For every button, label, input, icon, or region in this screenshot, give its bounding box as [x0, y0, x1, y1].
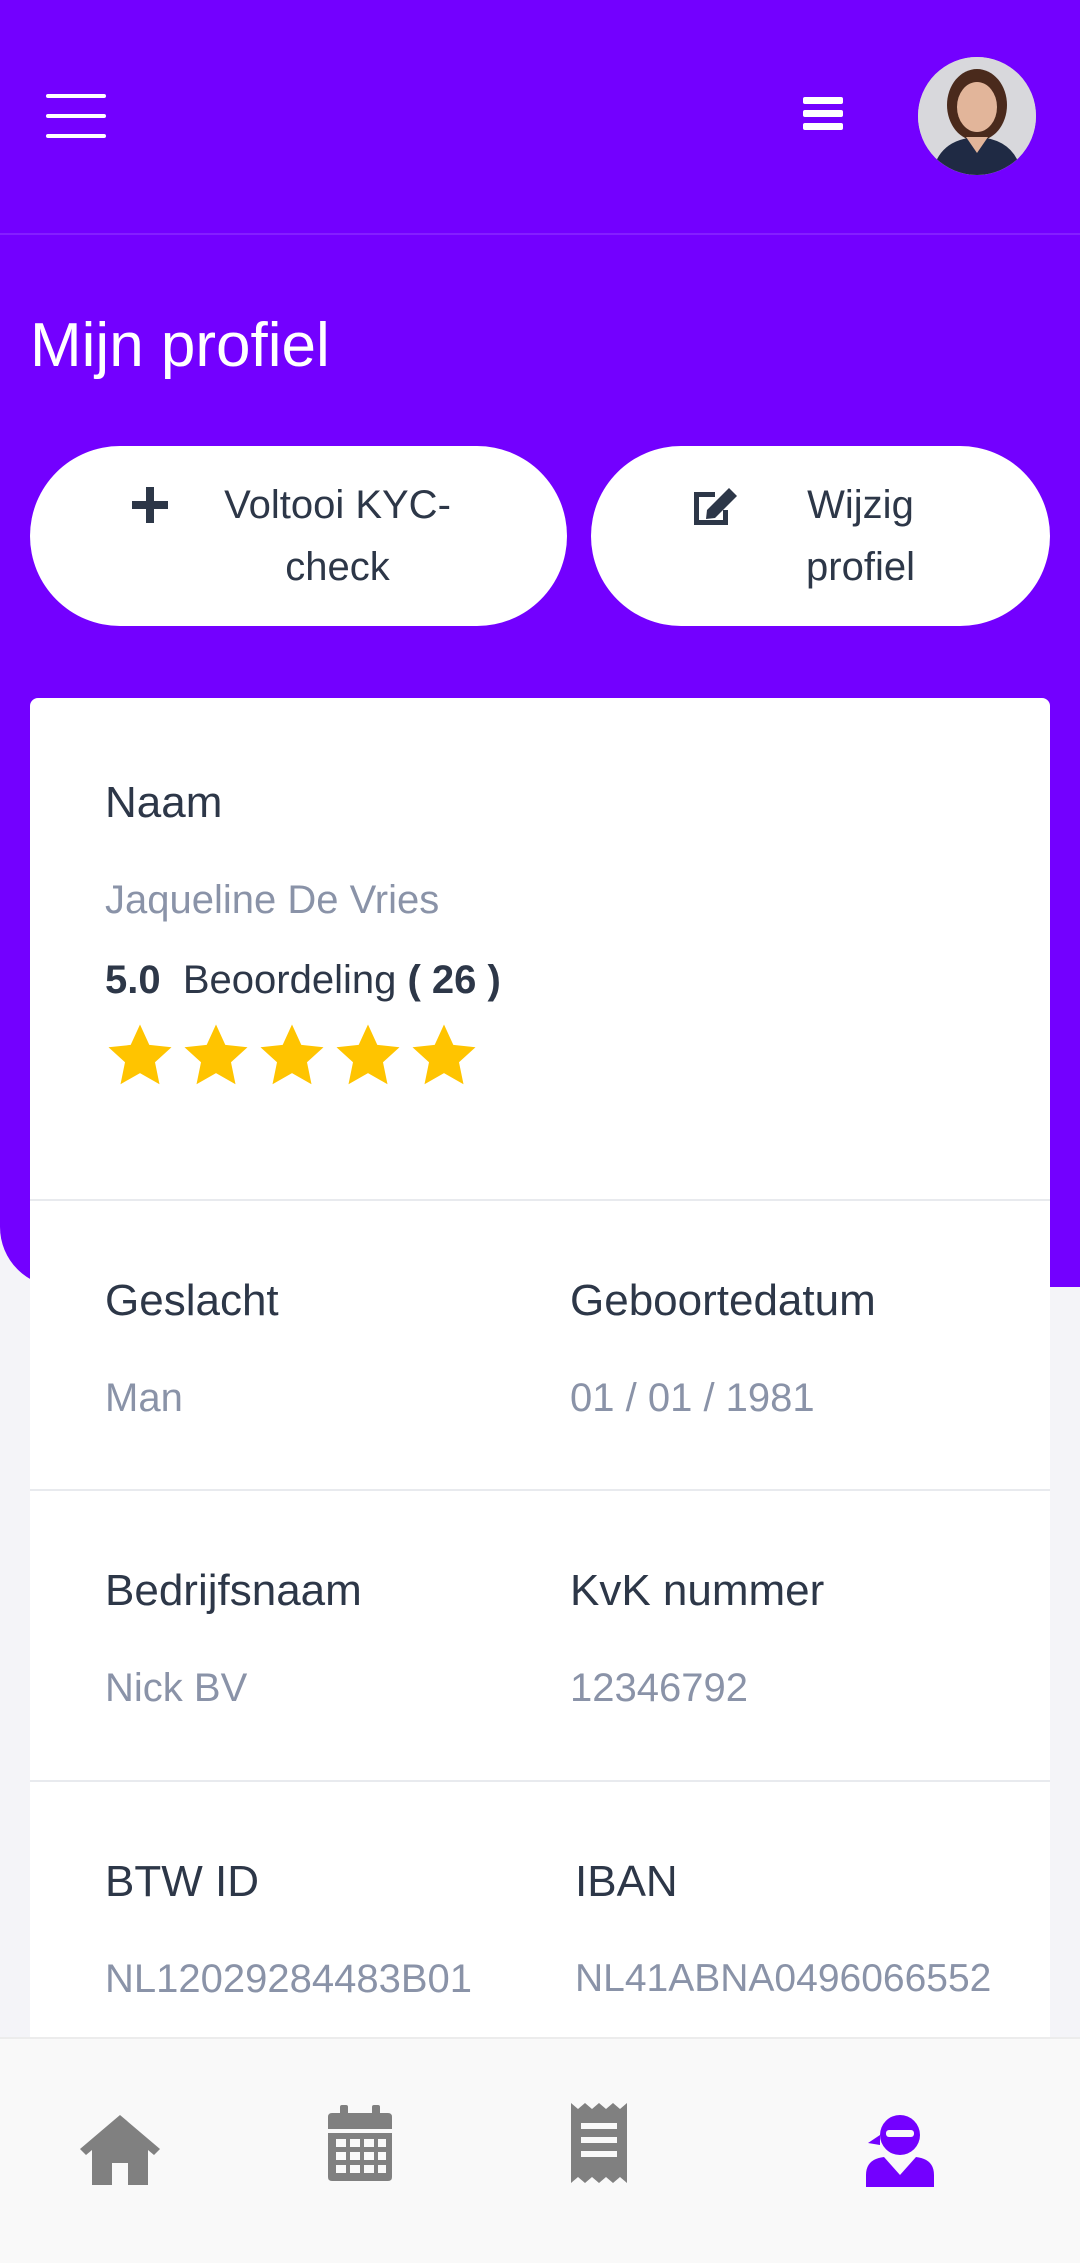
calendar-icon — [328, 2105, 392, 2181]
iban-label: IBAN — [575, 1857, 678, 1906]
complete-kyc-label: Voltooi KYC-check — [224, 483, 451, 589]
vat-value: NL12029284483B01 — [105, 1957, 473, 2001]
kvk-label: KvK nummer — [570, 1566, 825, 1615]
nav-calendar[interactable] — [328, 2105, 392, 2186]
birthdate-value: 01 / 01 / 1981 — [570, 1376, 815, 1420]
rating-summary: 5.0 Beoordeling ( 26 ) — [105, 958, 501, 1003]
star-icon — [260, 1024, 324, 1085]
edit-profile-button[interactable]: Wijzig profiel — [591, 446, 1050, 626]
plus-icon — [131, 487, 168, 523]
bottom-navigation — [0, 2037, 1080, 2263]
name-label: Naam — [105, 778, 223, 827]
rating-count: ( 26 ) — [407, 958, 501, 1002]
gender-value: Man — [105, 1376, 183, 1420]
nav-receipts[interactable] — [571, 2103, 627, 2188]
gender-label: Geslacht — [105, 1276, 279, 1325]
nav-profile[interactable] — [866, 2113, 934, 2192]
iban-value: NL41ABNA0496066552 — [575, 1957, 992, 2000]
avatar[interactable] — [918, 57, 1036, 175]
profile-card: Naam Jaqueline De Vries 5.0 Beoordeling … — [30, 698, 1050, 2098]
top-bar — [0, 0, 1080, 235]
complete-kyc-button[interactable]: Voltooi KYC-check — [30, 446, 567, 626]
hamburger-menu-icon[interactable] — [46, 94, 106, 138]
star-icon — [108, 1024, 172, 1085]
company-section: Bedrijfsnaam Nick BV KvK nummer 12346792 — [30, 1491, 1050, 1782]
receipt-icon — [571, 2103, 627, 2183]
star-icon — [184, 1024, 248, 1085]
star-icon — [412, 1024, 476, 1085]
company-value: Nick BV — [105, 1666, 248, 1710]
birthdate-label: Geboortedatum — [570, 1276, 876, 1325]
rating-score: 5.0 — [105, 958, 161, 1002]
avatar-photo — [918, 57, 1036, 175]
company-label: Bedrijfsnaam — [105, 1566, 362, 1615]
vat-label: BTW ID — [105, 1857, 259, 1906]
edit-icon — [693, 488, 737, 525]
rating-stars — [103, 1020, 481, 1092]
kvk-value: 12346792 — [570, 1666, 748, 1710]
page-title: Mijn profiel — [30, 311, 330, 380]
edit-profile-label: Wijzig profiel — [806, 483, 915, 589]
personal-section: Geslacht Man Geboortedatum 01 / 01 / 198… — [30, 1201, 1050, 1491]
rating-label: Beoordeling — [182, 958, 397, 1002]
nav-home[interactable] — [78, 2111, 162, 2192]
name-section: Naam Jaqueline De Vries 5.0 Beoordeling … — [30, 698, 1050, 1201]
user-ninja-icon — [866, 2115, 934, 2187]
name-value: Jaqueline De Vries — [105, 878, 440, 922]
home-icon — [80, 2115, 160, 2185]
list-icon[interactable] — [803, 97, 843, 131]
star-icon — [336, 1024, 400, 1085]
